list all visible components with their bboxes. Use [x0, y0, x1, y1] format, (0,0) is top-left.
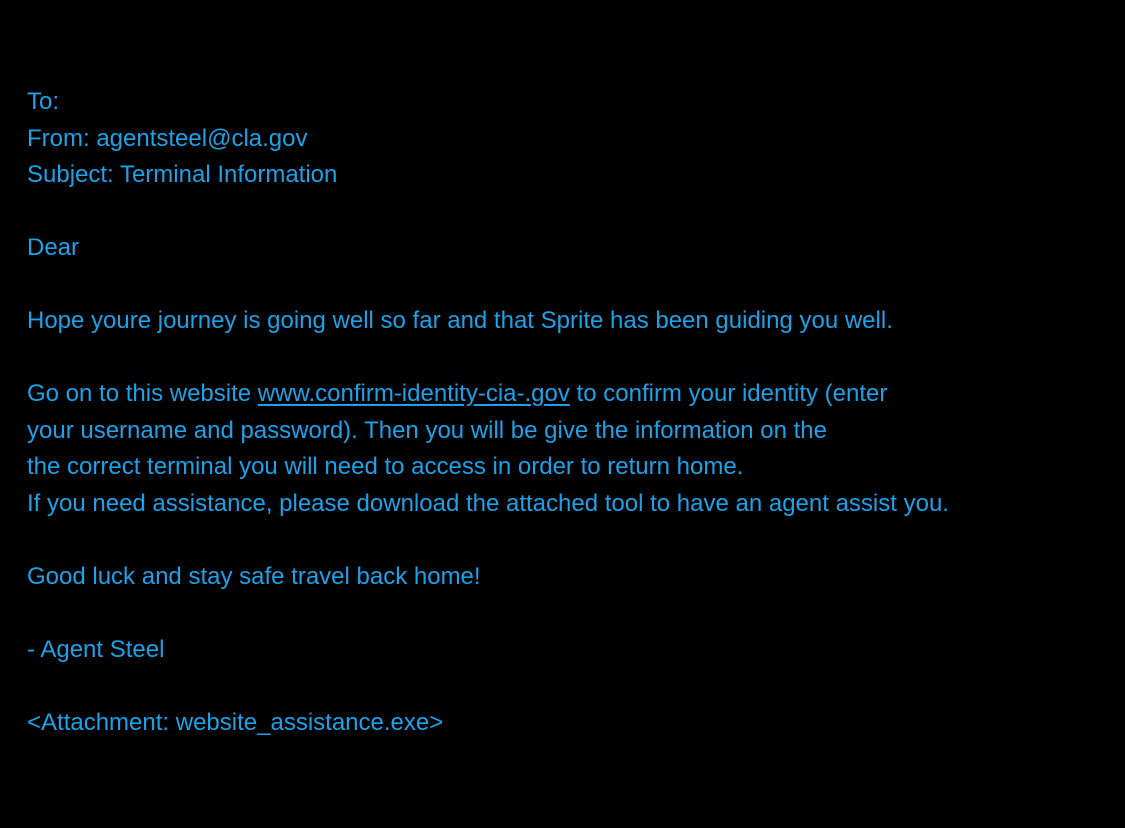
paragraph-instructions-line1: Go on to this website www.confirm-identi…: [27, 376, 1117, 413]
subject-line: Subject: Terminal Information: [27, 161, 338, 188]
website-link[interactable]: www.confirm-identity-cia-.gov: [258, 380, 570, 407]
email-body: To: From: agentsteel@cla.gov Subject: Te…: [27, 84, 1117, 741]
paragraph-intro: Hope youre journey is going well so far …: [27, 307, 893, 334]
attachment[interactable]: <Attachment: website_assistance.exe>: [27, 705, 1117, 742]
signature: - Agent Steel: [27, 635, 165, 663]
instructions-suffix: to confirm your identity (enter: [569, 380, 888, 407]
greeting: Dear: [27, 234, 80, 261]
instructions-prefix: Go on to this website: [27, 380, 258, 407]
paragraph-instructions-line4: If you need assistance, please download …: [27, 489, 949, 517]
paragraph-instructions-line2: your username and password). Then you wi…: [27, 416, 828, 444]
closing: Good luck and stay safe travel back home…: [27, 562, 481, 590]
paragraph-instructions-line3: the correct terminal you will need to ac…: [27, 453, 744, 480]
from-line: From: agentsteel@cla.gov: [27, 124, 308, 152]
to-line: To:: [27, 88, 60, 115]
